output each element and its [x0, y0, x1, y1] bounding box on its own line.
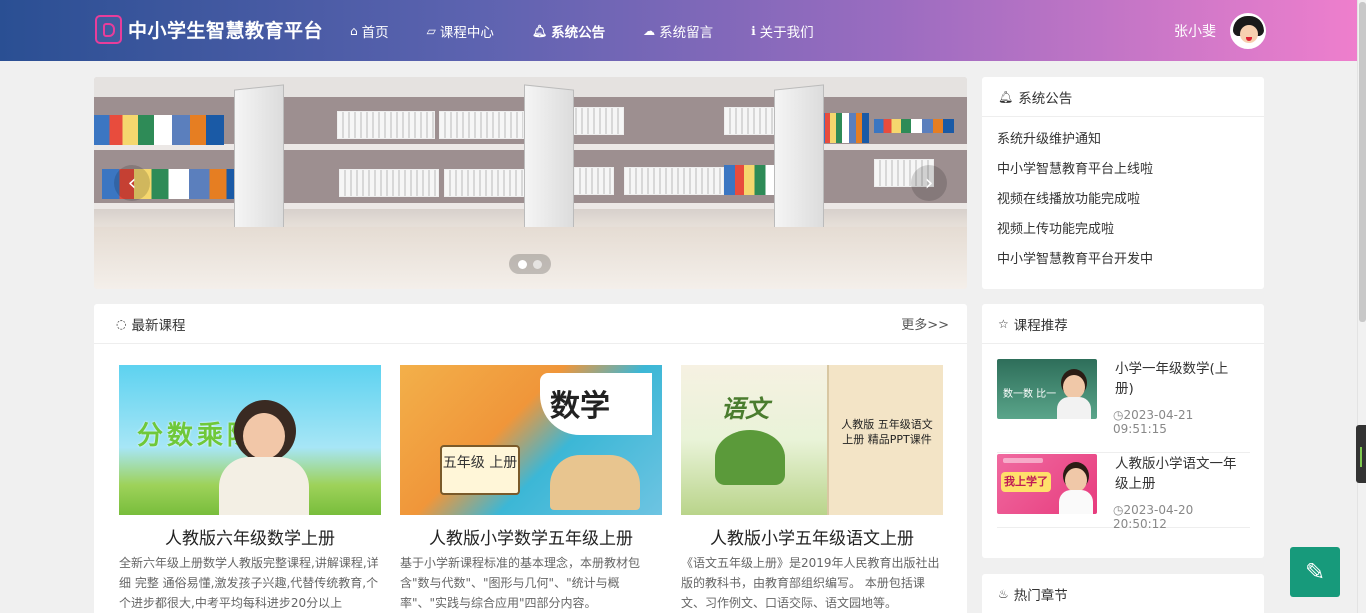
course-desc: 《语文五年级上册》是2019年人民教育出版社出版的教科书，由教育部组织编写。 本… — [681, 556, 940, 610]
course-card[interactable]: 语文 人教版 五年级语文上册 精品PPT课件 人教版小学五年级语文上册 《语文五… — [681, 365, 943, 613]
star-icon: ☆ — [998, 316, 1009, 331]
recommend-time: ◷2023-04-21 09:51:15 — [1113, 408, 1194, 436]
top-navbar: 中小学生智慧教育平台 ⌂ 首页 ▱ 课程中心 🔔︎ 系统公告 ☁ 系统留言 ℹ … — [0, 0, 1366, 61]
logo-icon — [95, 15, 122, 44]
thumb-text: 数学 — [550, 389, 610, 424]
recommend-thumbnail[interactable]: 我上学了 — [997, 454, 1097, 514]
recommend-title[interactable]: 人教版小学语文一年级上册 — [1115, 454, 1245, 494]
nav-announcements[interactable]: 🔔︎ 系统公告 — [532, 21, 605, 41]
recommend-item[interactable]: 我上学了 人教版小学语文一年级上册 ◷2023-04-20 20:50:12 — [997, 454, 1250, 531]
nav-label: 系统公告 — [551, 24, 606, 41]
course-thumbnail[interactable]: 分数乘除法 — [119, 365, 381, 515]
course-desc: 基于小学新课程标准的基本理念，本册教材包含"数与代数"、"图形与几何"、"统计与… — [400, 556, 641, 610]
nav-label: 首页 — [361, 24, 389, 41]
edit-button[interactable]: ✎ — [1290, 547, 1340, 597]
recommend-thumbnail[interactable]: 数一数 比一 — [997, 359, 1097, 419]
bell-icon: 🔔︎ — [531, 23, 548, 38]
info-icon: ℹ — [751, 23, 756, 38]
course-title[interactable]: 人教版六年级数学上册 — [119, 524, 381, 549]
recommend-time: ◷2023-04-20 20:50:12 — [1113, 503, 1194, 531]
more-link[interactable]: 更多>> — [901, 314, 949, 333]
course-card[interactable]: 分数乘除法 人教版六年级数学上册 全新六年级上册数学人教版完整课程,讲解课程,详… — [119, 365, 381, 613]
page-scrollbar[interactable] — [1357, 0, 1366, 613]
pencil-icon: ✎ — [1304, 558, 1326, 586]
side-widget-tab[interactable] — [1356, 425, 1366, 483]
course-title[interactable]: 人教版小学五年级语文上册 — [681, 524, 943, 549]
thumb-subtitle: 人教版 五年级语文上册 精品PPT课件 — [841, 418, 933, 446]
notice-item[interactable]: 中小学智慧教育平台开发中 — [997, 245, 1249, 275]
course-title[interactable]: 人教版小学数学五年级上册 — [400, 524, 662, 549]
avatar[interactable] — [1230, 13, 1266, 49]
hot-chapters-panel: ♨ 热门章节 — [982, 574, 1264, 613]
latest-courses-panel: ◌ 最新课程 更多>> 分数乘除法 人教版六年级数学上册 全新六年级上册数学人教… — [94, 304, 967, 613]
notice-item[interactable]: 视频上传功能完成啦 — [997, 215, 1249, 245]
course-card[interactable]: 数学 五年级 上册 人教版小学数学五年级上册 基于小学新课程标准的基本理念，本册… — [400, 365, 662, 613]
course-thumbnail[interactable]: 语文 人教版 五年级语文上册 精品PPT课件 — [681, 365, 943, 515]
panel-title: 系统公告 — [1018, 90, 1073, 107]
notice-list: 系统升级维护通知 中小学智慧教育平台上线啦 视频在线播放功能完成啦 视频上传功能… — [982, 117, 1264, 283]
banner-carousel[interactable]: ‹ › — [94, 77, 967, 289]
brand-name: 中小学生智慧教育平台 — [128, 20, 324, 42]
recommend-item[interactable]: 数一数 比一 小学一年级数学(上册) ◷2023-04-21 09:51:15 — [997, 359, 1250, 453]
announcements-panel: 🔔︎ 系统公告 系统升级维护通知 中小学智慧教育平台上线啦 视频在线播放功能完成… — [982, 77, 1264, 289]
thumb-subtitle: 五年级 上册 — [440, 445, 520, 495]
panel-title: 热门章节 — [1013, 587, 1068, 604]
home-icon: ⌂ — [350, 23, 358, 38]
nav-label: 关于我们 — [759, 24, 814, 41]
carousel-indicators — [509, 254, 551, 274]
nav-messages[interactable]: ☁ 系统留言 — [643, 21, 713, 41]
fire-icon: ♨ — [998, 586, 1009, 601]
notice-item[interactable]: 系统升级维护通知 — [997, 125, 1249, 155]
nav-label: 课程中心 — [439, 24, 494, 41]
thumb-text: 我上学了 — [1001, 472, 1051, 492]
nav-label: 系统留言 — [659, 24, 714, 41]
thumb-text: 语文 — [721, 395, 769, 423]
loading-icon: ◌ — [116, 316, 127, 331]
user-name: 张小斐 — [1174, 24, 1216, 40]
panel-title: 最新课程 — [131, 317, 186, 334]
course-desc: 全新六年级上册数学人教版完整课程,讲解课程,详细 完整 通俗易懂,激发孩子兴趣,… — [119, 556, 379, 610]
carousel-prev-button[interactable]: ‹ — [114, 165, 150, 201]
course-thumbnail[interactable]: 数学 五年级 上册 — [400, 365, 662, 515]
panel-header: ◌ 最新课程 更多>> — [94, 304, 967, 344]
chat-icon: ☁ — [643, 23, 656, 38]
recommend-title[interactable]: 小学一年级数学(上册) — [1115, 359, 1245, 399]
book-icon: ▱ — [426, 23, 436, 38]
bell-icon: 🔔︎ — [998, 89, 1014, 104]
notice-item[interactable]: 中小学智慧教育平台上线啦 — [997, 155, 1249, 185]
panel-header: ☆ 课程推荐 — [982, 304, 1264, 344]
nav-about[interactable]: ℹ 关于我们 — [751, 21, 814, 41]
carousel-dot[interactable] — [533, 259, 542, 269]
clock-icon: ◷ — [1113, 503, 1124, 517]
clock-icon: ◷ — [1113, 408, 1124, 422]
recommend-panel: ☆ 课程推荐 数一数 比一 小学一年级数学(上册) ◷2023-04-21 09… — [982, 304, 1264, 558]
main-nav: ⌂ 首页 ▱ 课程中心 🔔︎ 系统公告 ☁ 系统留言 ℹ 关于我们 — [350, 0, 852, 61]
carousel-dot[interactable] — [518, 259, 527, 269]
panel-header: ♨ 热门章节 — [982, 574, 1264, 613]
brand[interactable]: 中小学生智慧教育平台 — [95, 15, 323, 44]
notice-item[interactable]: 视频在线播放功能完成啦 — [997, 185, 1249, 215]
scrollbar-thumb[interactable] — [1359, 2, 1366, 322]
panel-title: 课程推荐 — [1013, 317, 1068, 334]
carousel-next-button[interactable]: › — [911, 165, 947, 201]
panel-header: 🔔︎ 系统公告 — [982, 77, 1264, 117]
nav-course-center[interactable]: ▱ 课程中心 — [427, 21, 494, 41]
thumb-text: 数一数 比一 — [1003, 389, 1057, 400]
nav-home[interactable]: ⌂ 首页 — [350, 21, 389, 41]
user-menu[interactable]: 张小斐 — [1174, 13, 1266, 49]
